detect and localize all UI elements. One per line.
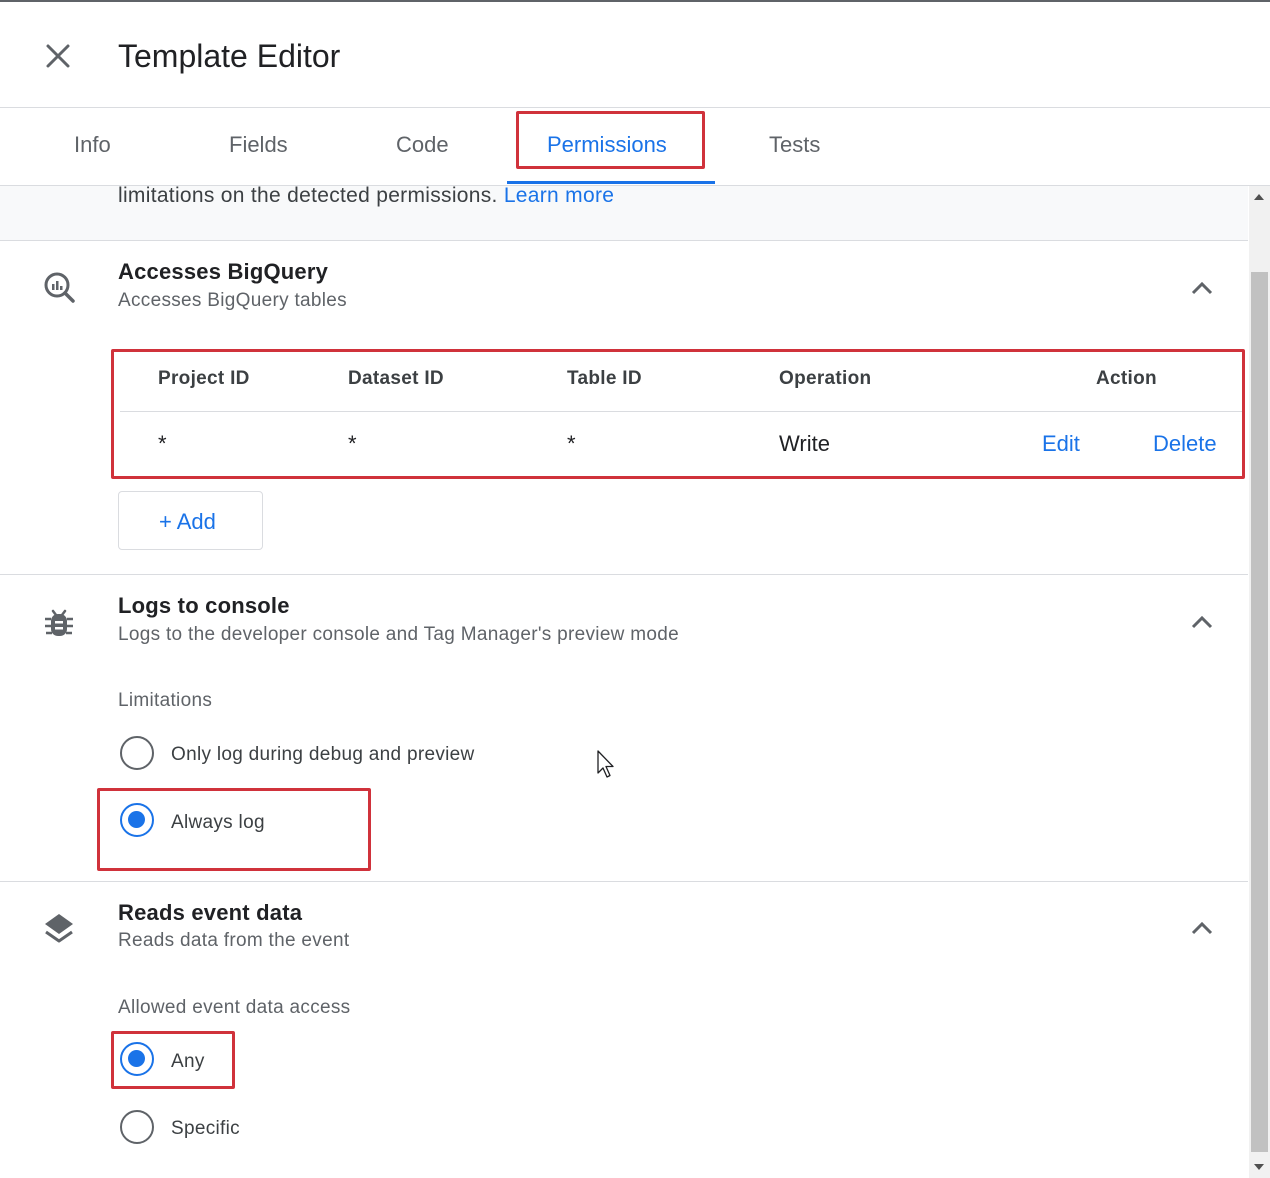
radio-debug-only-label[interactable]: Only log during debug and preview: [171, 744, 475, 766]
cell-dataset-id: *: [348, 431, 357, 456]
event-data-subtitle: Reads data from the event: [118, 930, 350, 951]
active-tab-indicator: [507, 181, 715, 184]
event-data-title: Reads event data: [118, 900, 303, 925]
radio-debug-only[interactable]: [120, 736, 154, 770]
radio-specific-label[interactable]: Specific: [171, 1118, 240, 1140]
page-title: Template Editor: [118, 38, 341, 74]
mouse-pointer-icon: [596, 749, 618, 779]
cell-operation: Write: [779, 431, 830, 456]
tab-info[interactable]: Info: [74, 132, 111, 158]
cell-table-id: *: [567, 431, 576, 456]
section-divider: [0, 881, 1248, 882]
column-header-table-id: Table ID: [567, 368, 642, 389]
permissions-notice: limitations on the detected permissions.…: [0, 186, 1248, 241]
layers-icon: [42, 911, 76, 945]
bigquery-icon: [42, 270, 76, 304]
allowed-access-label: Allowed event data access: [118, 997, 351, 1018]
add-button-label: + Add: [159, 509, 216, 534]
tab-code[interactable]: Code: [396, 132, 449, 158]
console-title: Logs to console: [118, 593, 290, 618]
cell-project-id: *: [158, 431, 167, 456]
add-bigquery-button[interactable]: + Add: [118, 491, 263, 550]
tab-fields[interactable]: Fields: [229, 132, 288, 158]
editor-header: Template Editor: [0, 2, 1270, 108]
tab-tests[interactable]: Tests: [769, 132, 820, 158]
learn-more-link[interactable]: Learn more: [504, 186, 614, 207]
scroll-down-arrow-icon[interactable]: [1254, 1164, 1264, 1170]
radio-any-label[interactable]: Any: [171, 1051, 205, 1073]
notice-text: limitations on the detected permissions.…: [118, 186, 614, 208]
table-header-divider: [120, 411, 1242, 412]
column-header-project-id: Project ID: [158, 368, 250, 389]
bigquery-permissions-table: Project ID Dataset ID Table ID Operation…: [118, 352, 1242, 476]
section-divider: [0, 574, 1248, 575]
bigquery-title: Accesses BigQuery: [118, 259, 329, 284]
scroll-up-arrow-icon[interactable]: [1254, 194, 1264, 200]
bigquery-collapse-button[interactable]: [1188, 278, 1216, 298]
column-header-operation: Operation: [779, 368, 872, 389]
console-collapse-button[interactable]: [1188, 612, 1216, 632]
bug-icon: [42, 605, 76, 639]
radio-specific[interactable]: [120, 1110, 154, 1144]
bigquery-subtitle: Accesses BigQuery tables: [118, 290, 347, 311]
tab-permissions[interactable]: Permissions: [547, 132, 667, 158]
scroll-thumb[interactable]: [1251, 272, 1268, 1152]
chevron-up-icon: [1191, 615, 1213, 629]
column-header-action: Action: [1096, 368, 1157, 389]
close-icon: [46, 44, 70, 68]
scrollbar[interactable]: [1249, 186, 1270, 1178]
radio-always-log-label[interactable]: Always log: [171, 812, 265, 834]
delete-row-button[interactable]: Delete: [1153, 431, 1217, 457]
column-header-dataset-id: Dataset ID: [348, 368, 444, 389]
limitations-label: Limitations: [118, 690, 213, 711]
tab-bar: Info Fields Code Permissions Tests: [0, 108, 1270, 186]
edit-row-button[interactable]: Edit: [1042, 431, 1080, 457]
radio-any[interactable]: [120, 1042, 154, 1076]
chevron-up-icon: [1191, 281, 1213, 295]
notice-message: limitations on the detected permissions.: [118, 186, 504, 207]
event-data-collapse-button[interactable]: [1188, 918, 1216, 938]
close-button[interactable]: [40, 38, 76, 74]
console-subtitle: Logs to the developer console and Tag Ma…: [118, 624, 680, 645]
radio-always-log[interactable]: [120, 803, 154, 837]
chevron-up-icon: [1191, 921, 1213, 935]
